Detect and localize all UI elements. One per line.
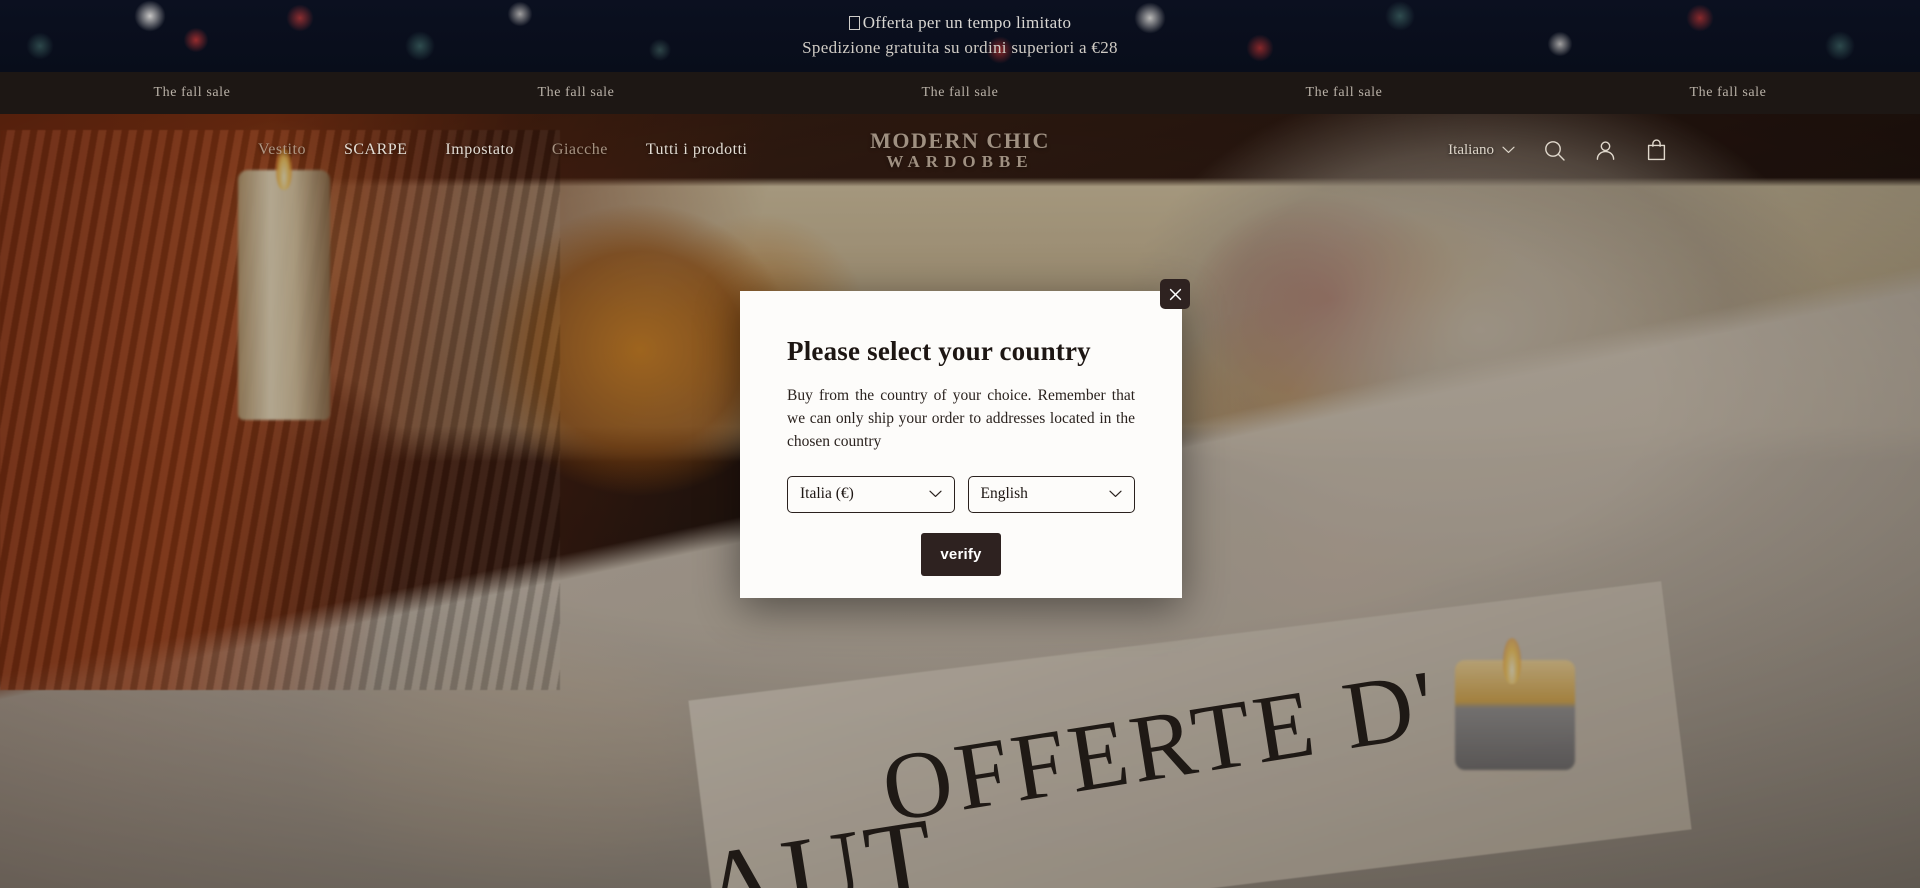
- modal-selects-row: Italia (€) English: [787, 475, 1135, 513]
- marquee-item: The fall sale: [921, 85, 999, 100]
- marquee-item: The fall sale: [153, 85, 231, 100]
- verify-button[interactable]: verify: [921, 532, 1001, 576]
- nav-item-vestito[interactable]: Vestito: [258, 141, 306, 159]
- site-header: Vestito SCARPE Impostato Giacche Tutti i…: [0, 114, 1920, 186]
- site-logo-line1: MODERN CHIC: [870, 128, 1050, 153]
- nav-item-scarpe[interactable]: SCARPE: [344, 141, 407, 159]
- site-logo[interactable]: MODERN CHIC WARDOBBE: [870, 128, 1050, 171]
- marquee-item: The fall sale: [537, 85, 615, 100]
- account-icon[interactable]: [1594, 139, 1617, 162]
- modal-description: Buy from the country of your choice. Rem…: [787, 387, 1135, 450]
- nav-item-tutti-i-prodotti[interactable]: Tutti i prodotti: [646, 141, 748, 159]
- modal-panel: Please select your country Buy from the …: [740, 291, 1182, 598]
- promo-banner-line1: Offerta per un tempo limitato: [848, 11, 1072, 36]
- modal-close-button[interactable]: [1160, 279, 1190, 309]
- chevron-down-icon: [1502, 141, 1515, 159]
- missing-glyph-box-icon: [848, 16, 860, 31]
- marquee-track: The fall sale The fall sale The fall sal…: [0, 85, 1920, 101]
- language-select-value: English: [980, 485, 1028, 503]
- header-actions: Italiano: [1448, 138, 1668, 162]
- promo-banner: Offerta per un tempo limitato Spedizione…: [0, 0, 1920, 72]
- chevron-down-icon: [928, 490, 942, 498]
- shopping-bag-icon[interactable]: [1645, 138, 1668, 162]
- marquee-item: The fall sale: [1305, 85, 1383, 100]
- language-selector-label: Italiano: [1448, 141, 1494, 158]
- nav-item-giacche[interactable]: Giacche: [552, 141, 608, 159]
- main-navigation: Vestito SCARPE Impostato Giacche Tutti i…: [258, 141, 747, 159]
- close-icon: [1169, 288, 1182, 301]
- language-selector[interactable]: Italiano: [1448, 141, 1515, 159]
- nav-item-impostato[interactable]: Impostato: [445, 141, 514, 159]
- marquee-strip: The fall sale The fall sale The fall sal…: [0, 72, 1920, 114]
- country-selector-modal: Please select your country Buy from the …: [740, 279, 1190, 598]
- country-select-value: Italia (€): [800, 485, 854, 503]
- site-logo-line2: WARDOBBE: [886, 152, 1034, 171]
- chevron-down-icon: [1109, 490, 1122, 498]
- promo-banner-line2: Spedizione gratuita su ordini superiori …: [802, 38, 1118, 57]
- page-root: OFFERTE D' AUT Offerta per un tempo limi…: [0, 0, 1920, 888]
- search-icon[interactable]: [1543, 139, 1566, 162]
- marquee-item: The fall sale: [1689, 85, 1767, 100]
- language-select[interactable]: English: [967, 475, 1135, 513]
- promo-banner-line1-text: Offerta per un tempo limitato: [862, 13, 1072, 33]
- modal-body: Please select your country Buy from the …: [740, 291, 1182, 576]
- country-select[interactable]: Italia (€): [787, 475, 955, 513]
- modal-actions: verify: [787, 532, 1135, 576]
- modal-title: Please select your country: [787, 336, 1091, 366]
